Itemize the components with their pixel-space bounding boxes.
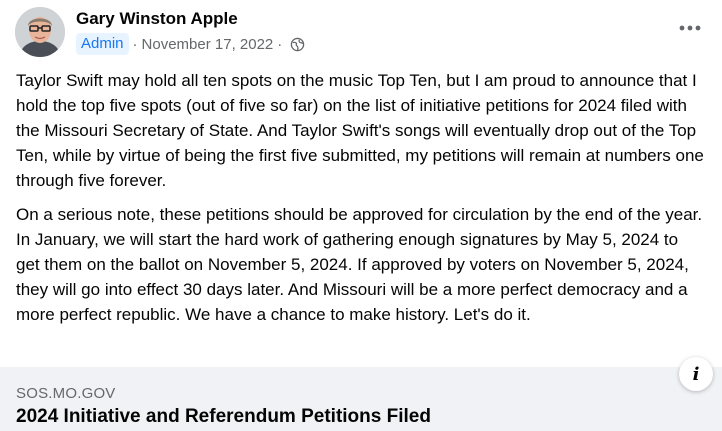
info-button[interactable]: i (679, 357, 713, 391)
post-meta: Admin · November 17, 2022 · (76, 33, 305, 55)
link-title[interactable]: 2024 Initiative and Referendum Petitions… (16, 406, 431, 428)
link-domain: SOS.MO.GOV (16, 385, 116, 402)
meta-separator: · (132, 35, 138, 53)
post-date[interactable]: November 17, 2022 (142, 36, 274, 53)
post-paragraph-1: Taylor Swift may hold all ten spots on t… (16, 71, 704, 190)
more-options-button[interactable] (674, 12, 706, 44)
role-badge[interactable]: Admin (76, 33, 129, 55)
post-body: Taylor Swift may hold all ten spots on t… (16, 68, 706, 327)
meta-separator-2: · (277, 35, 283, 53)
post-paragraph-2: On a serious note, these petitions shoul… (16, 205, 703, 324)
globe-icon (290, 37, 305, 52)
link-preview-card[interactable]: SOS.MO.GOV 2024 Initiative and Referendu… (0, 367, 722, 431)
post-header: Gary Winston Apple Admin · November 17, … (0, 0, 722, 66)
facebook-post: Gary Winston Apple Admin · November 17, … (0, 0, 722, 431)
author-avatar[interactable] (15, 7, 65, 57)
author-name[interactable]: Gary Winston Apple (76, 9, 238, 29)
info-icon: i (692, 363, 700, 385)
more-horizontal-icon (679, 25, 701, 31)
